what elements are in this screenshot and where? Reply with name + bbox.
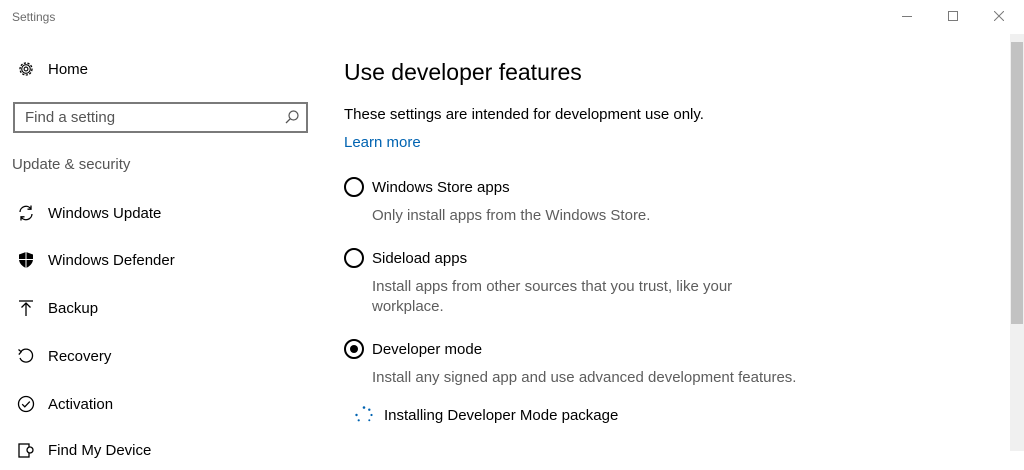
scrollbar[interactable] bbox=[1010, 34, 1024, 451]
close-icon bbox=[994, 11, 1004, 21]
sidebar-item-backup[interactable]: Backup bbox=[0, 288, 322, 328]
close-button[interactable] bbox=[976, 0, 1022, 32]
sidebar-item-activation[interactable]: Activation bbox=[0, 384, 322, 424]
radio-button[interactable] bbox=[344, 177, 364, 197]
option-label: Sideload apps bbox=[372, 249, 468, 267]
section-heading: Update & security bbox=[12, 156, 131, 173]
maximize-button[interactable] bbox=[930, 0, 976, 32]
learn-more-link[interactable]: Learn more bbox=[344, 134, 421, 151]
recovery-icon bbox=[16, 346, 36, 366]
minimize-button[interactable] bbox=[884, 0, 930, 32]
shield-icon bbox=[16, 250, 36, 270]
title-bar: Settings bbox=[0, 0, 1024, 34]
install-status: Installing Developer Mode package bbox=[354, 405, 618, 425]
sidebar-item-label: Windows Defender bbox=[48, 251, 175, 269]
check-circle-icon bbox=[16, 394, 36, 414]
search-field[interactable] bbox=[13, 102, 308, 133]
sidebar-item-label: Recovery bbox=[48, 347, 112, 365]
option-description: Only install apps from the Windows Store… bbox=[372, 207, 651, 224]
page-title: Use developer features bbox=[344, 59, 582, 85]
option-description: Install any signed app and use advanced … bbox=[372, 369, 797, 386]
option-description: Install apps from other sources that you… bbox=[372, 278, 733, 295]
sidebar-item-find-my-device[interactable]: Find My Device bbox=[0, 430, 322, 470]
minimize-icon bbox=[902, 16, 912, 17]
radio-sideload-apps[interactable]: Sideload apps bbox=[344, 248, 467, 268]
maximize-icon bbox=[948, 11, 958, 21]
intro-text: These settings are intended for developm… bbox=[344, 106, 704, 123]
sidebar-item-recovery[interactable]: Recovery bbox=[0, 336, 322, 376]
sidebar-item-label: Find My Device bbox=[48, 441, 152, 459]
sidebar-item-windows-update[interactable]: Windows Update bbox=[0, 193, 322, 233]
sidebar-item-label: Activation bbox=[48, 395, 114, 413]
spinner-icon bbox=[355, 406, 373, 422]
sidebar-item-windows-defender[interactable]: Windows Defender bbox=[0, 240, 322, 280]
radio-windows-store-apps[interactable]: Windows Store apps bbox=[344, 177, 510, 197]
sidebar-item-label: Home bbox=[48, 60, 89, 78]
sync-icon bbox=[16, 203, 36, 223]
radio-button-selected[interactable] bbox=[344, 339, 364, 359]
option-label: Windows Store apps bbox=[372, 178, 510, 196]
backup-icon bbox=[16, 298, 36, 318]
scrollbar-thumb[interactable] bbox=[1011, 42, 1023, 324]
window-title: Settings bbox=[12, 10, 56, 24]
sidebar: Home Update & security Windows Update Wi… bbox=[0, 34, 322, 459]
search-input[interactable] bbox=[15, 104, 285, 131]
option-label: Developer mode bbox=[372, 340, 483, 358]
radio-developer-mode[interactable]: Developer mode bbox=[344, 339, 482, 359]
status-text: Installing Developer Mode package bbox=[384, 406, 619, 424]
option-description-continued: workplace. bbox=[372, 298, 444, 315]
sidebar-item-label: Backup bbox=[48, 299, 99, 317]
search-icon[interactable] bbox=[284, 109, 300, 130]
radio-button[interactable] bbox=[344, 248, 364, 268]
sidebar-item-label: Windows Update bbox=[48, 204, 162, 222]
gear-icon bbox=[16, 59, 36, 79]
sidebar-item-home[interactable]: Home bbox=[0, 49, 322, 89]
find-device-icon bbox=[16, 440, 36, 460]
